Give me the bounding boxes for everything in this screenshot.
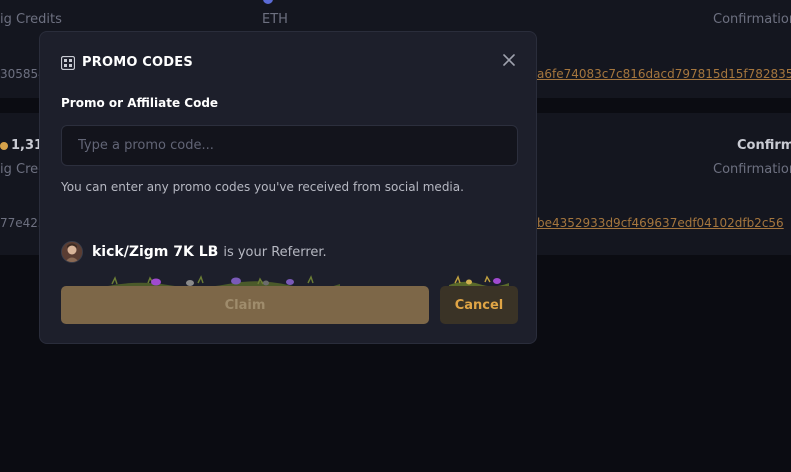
modal-header: PROMO CODES xyxy=(61,55,193,70)
referrer-avatar xyxy=(61,241,83,263)
row2-status: Confirmed xyxy=(737,138,791,153)
row2-confirmation-label: Confirmation xyxy=(713,162,791,177)
modal-title: PROMO CODES xyxy=(82,55,193,70)
promo-help-text: You can enter any promo codes you've rec… xyxy=(61,180,464,194)
promo-code-input[interactable] xyxy=(61,125,518,166)
referrer-info: kick/Zigm 7K LB is your Referrer. xyxy=(61,241,327,263)
row1-eth-unit: ETH xyxy=(262,12,288,27)
referrer-suffix: is your Referrer. xyxy=(223,244,327,260)
row1-confirmation-label: Confirmation xyxy=(713,12,791,27)
cancel-button[interactable]: Cancel xyxy=(440,286,518,324)
promo-icon xyxy=(61,55,75,70)
row1-hash-link[interactable]: a6fe74083c7c816dacd797815d15f782835 xyxy=(537,67,791,81)
referrer-name: kick/Zigm 7K LB xyxy=(92,244,219,260)
coin-icon xyxy=(0,141,8,150)
eth-icon xyxy=(263,0,273,4)
promo-code-label: Promo or Affiliate Code xyxy=(61,96,219,110)
row2-hash-link[interactable]: be4352933d9cf469637edf04102dfb2c56 xyxy=(537,216,784,230)
promo-codes-modal: PROMO CODES Promo or Affiliate Code You … xyxy=(39,31,537,344)
close-icon[interactable] xyxy=(501,52,517,68)
claim-button[interactable]: Claim xyxy=(61,286,429,324)
row1-credits-unit: ig Credits xyxy=(0,12,62,27)
